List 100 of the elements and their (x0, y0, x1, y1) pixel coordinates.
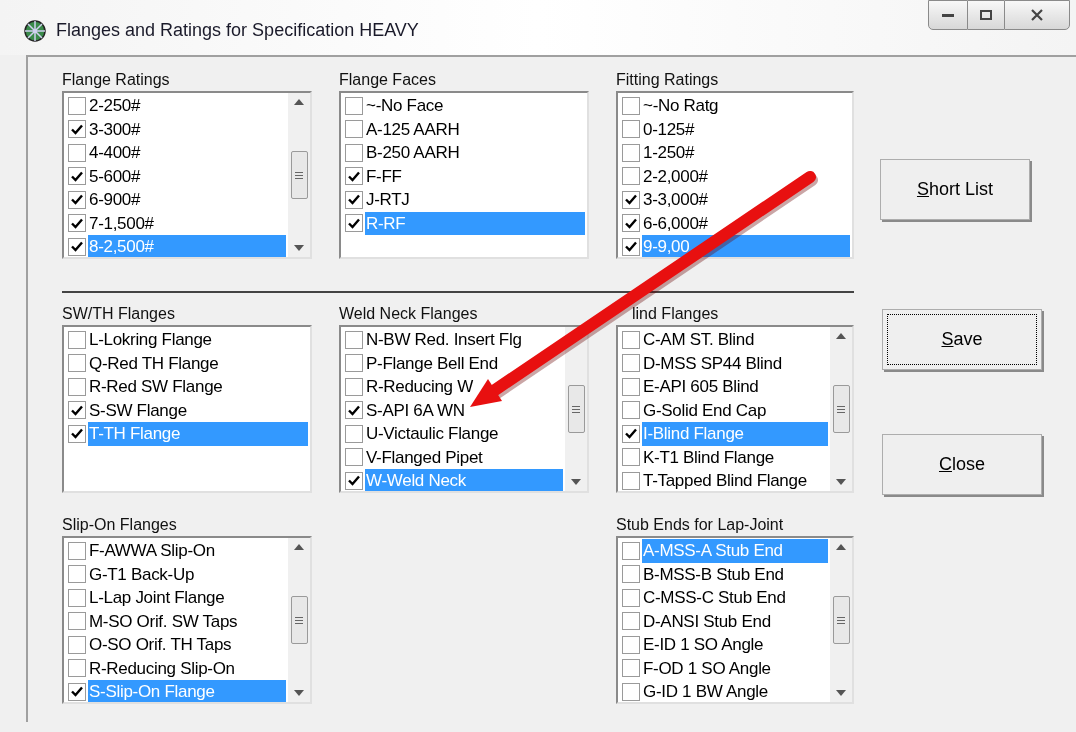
checkbox[interactable] (345, 190, 363, 209)
checkbox[interactable] (345, 120, 363, 139)
checkbox[interactable] (345, 471, 363, 490)
checkbox[interactable] (622, 612, 640, 631)
list-item[interactable]: C-AM ST. Blind (642, 328, 828, 352)
list-item[interactable]: Q-Red TH Flange (88, 351, 308, 375)
checkbox[interactable] (622, 190, 640, 209)
list-item[interactable]: E-ID 1 SO Angle (642, 633, 828, 657)
checkbox[interactable] (622, 214, 640, 233)
scroll-up-icon[interactable] (294, 99, 304, 105)
minimize-button[interactable] (928, 0, 968, 30)
checkbox[interactable] (345, 330, 363, 349)
checkbox[interactable] (622, 143, 640, 162)
list-item[interactable]: K-T1 Blind Flange (642, 445, 828, 469)
list-item[interactable]: R-Red SW Flange (88, 375, 308, 399)
checkbox[interactable] (68, 190, 86, 209)
scroll-thumb[interactable] (290, 151, 308, 199)
checkbox[interactable] (68, 635, 86, 654)
checkbox[interactable] (622, 448, 640, 467)
checkbox[interactable] (622, 541, 640, 560)
scroll-thumb[interactable] (290, 596, 308, 644)
checkbox-list[interactable]: L-Lokring Flange Q-Red TH Flange R-Red SW Flange S-SW Flange T-TH Flange (62, 325, 312, 493)
scroll-down-icon[interactable] (571, 479, 581, 485)
checkbox-list[interactable]: ~-No Ratg 0-125# 1-250# 2-2,000# 3-3,000# 6-6,000# 9-9,00 (616, 91, 854, 259)
scroll-thumb[interactable] (832, 596, 850, 644)
checkbox[interactable] (345, 354, 363, 373)
checkbox-list[interactable]: 2-250# 3-300# 4-400# 5-600# 6-900# 7-1,500# 8-2,500# (62, 91, 312, 259)
checkbox[interactable] (345, 143, 363, 162)
list-item[interactable]: U-Victaulic Flange (365, 422, 563, 446)
list-item[interactable]: M-SO Orif. SW Taps (88, 609, 286, 633)
scroll-up-icon[interactable] (836, 333, 846, 339)
checkbox[interactable] (68, 565, 86, 584)
scrollbar[interactable] (288, 538, 310, 702)
checkbox[interactable] (68, 612, 86, 631)
list-item[interactable]: T-Tapped Blind Flange (642, 469, 828, 491)
checkbox[interactable] (68, 377, 86, 396)
list-item[interactable]: S-API 6A WN (365, 398, 563, 422)
scroll-thumb[interactable] (567, 385, 585, 433)
list-item[interactable]: 4-400# (88, 141, 286, 165)
scrollbar[interactable] (565, 327, 587, 491)
list-item[interactable]: 6-6,000# (642, 211, 850, 235)
list-item[interactable]: 2-2,000# (642, 164, 850, 188)
list-item[interactable]: F-FF (365, 164, 585, 188)
maximize-button[interactable] (968, 0, 1004, 30)
list-item[interactable]: L-Lap Joint Flange (88, 586, 286, 610)
dialog-button[interactable]: Close (882, 434, 1042, 495)
scroll-up-icon[interactable] (836, 544, 846, 550)
checkbox[interactable] (68, 143, 86, 162)
scroll-down-icon[interactable] (836, 479, 846, 485)
scroll-down-icon[interactable] (294, 245, 304, 251)
checkbox[interactable] (68, 330, 86, 349)
list-item[interactable]: O-SO Orif. TH Taps (88, 633, 286, 657)
list-item[interactable]: ~-No Face (365, 94, 585, 118)
checkbox-list[interactable]: ~-No Face A-125 AARH B-250 AARH F-FF J-RTJ R-RF (339, 91, 589, 259)
checkbox[interactable] (68, 214, 86, 233)
checkbox[interactable] (622, 471, 640, 490)
checkbox[interactable] (622, 659, 640, 678)
checkbox[interactable] (68, 120, 86, 139)
list-item[interactable]: B-250 AARH (365, 141, 585, 165)
checkbox[interactable] (68, 167, 86, 186)
checkbox[interactable] (622, 635, 640, 654)
checkbox[interactable] (345, 448, 363, 467)
checkbox[interactable] (68, 96, 86, 115)
checkbox[interactable] (622, 354, 640, 373)
list-item[interactable]: C-MSS-C Stub End (642, 586, 828, 610)
list-item[interactable]: N-BW Red. Insert Flg (365, 328, 563, 352)
checkbox[interactable] (345, 214, 363, 233)
checkbox-list[interactable]: N-BW Red. Insert Flg P-Flange Bell End R-Reducing W S-API 6A WN U-Victaulic Flange V-Flanged Pipet W-Weld Neck (339, 325, 589, 493)
list-item[interactable]: 0-125# (642, 117, 850, 141)
checkbox[interactable] (68, 424, 86, 443)
checkbox[interactable] (68, 588, 86, 607)
list-item[interactable]: E-API 605 Blind (642, 375, 828, 399)
checkbox[interactable] (622, 682, 640, 701)
checkbox[interactable] (622, 377, 640, 396)
list-item[interactable]: 1-250# (642, 141, 850, 165)
list-item[interactable]: 7-1,500# (88, 211, 286, 235)
checkbox[interactable] (68, 682, 86, 701)
scrollbar[interactable] (830, 538, 852, 702)
scrollbar[interactable] (288, 93, 310, 257)
list-item[interactable]: F-AWWA Slip-On (88, 539, 286, 563)
list-item[interactable]: 6-900# (88, 188, 286, 212)
checkbox[interactable] (345, 401, 363, 420)
scroll-down-icon[interactable] (294, 690, 304, 696)
list-item[interactable]: G-ID 1 BW Angle (642, 680, 828, 702)
checkbox[interactable] (345, 167, 363, 186)
checkbox[interactable] (622, 120, 640, 139)
list-item[interactable]: 3-300# (88, 117, 286, 141)
list-item[interactable]: B-MSS-B Stub End (642, 562, 828, 586)
list-item[interactable]: A-125 AARH (365, 117, 585, 141)
list-item[interactable]: ~-No Ratg (642, 94, 850, 118)
checkbox[interactable] (345, 377, 363, 396)
list-item[interactable]: S-SW Flange (88, 398, 308, 422)
list-item[interactable]: D-MSS SP44 Blind (642, 351, 828, 375)
checkbox[interactable] (622, 565, 640, 584)
list-item[interactable]: G-Solid End Cap (642, 398, 828, 422)
list-item[interactable]: 2-250# (88, 94, 286, 118)
checkbox[interactable] (68, 237, 86, 256)
list-item[interactable]: J-RTJ (365, 188, 585, 212)
list-item[interactable]: L-Lokring Flange (88, 328, 308, 352)
checkbox[interactable] (622, 424, 640, 443)
